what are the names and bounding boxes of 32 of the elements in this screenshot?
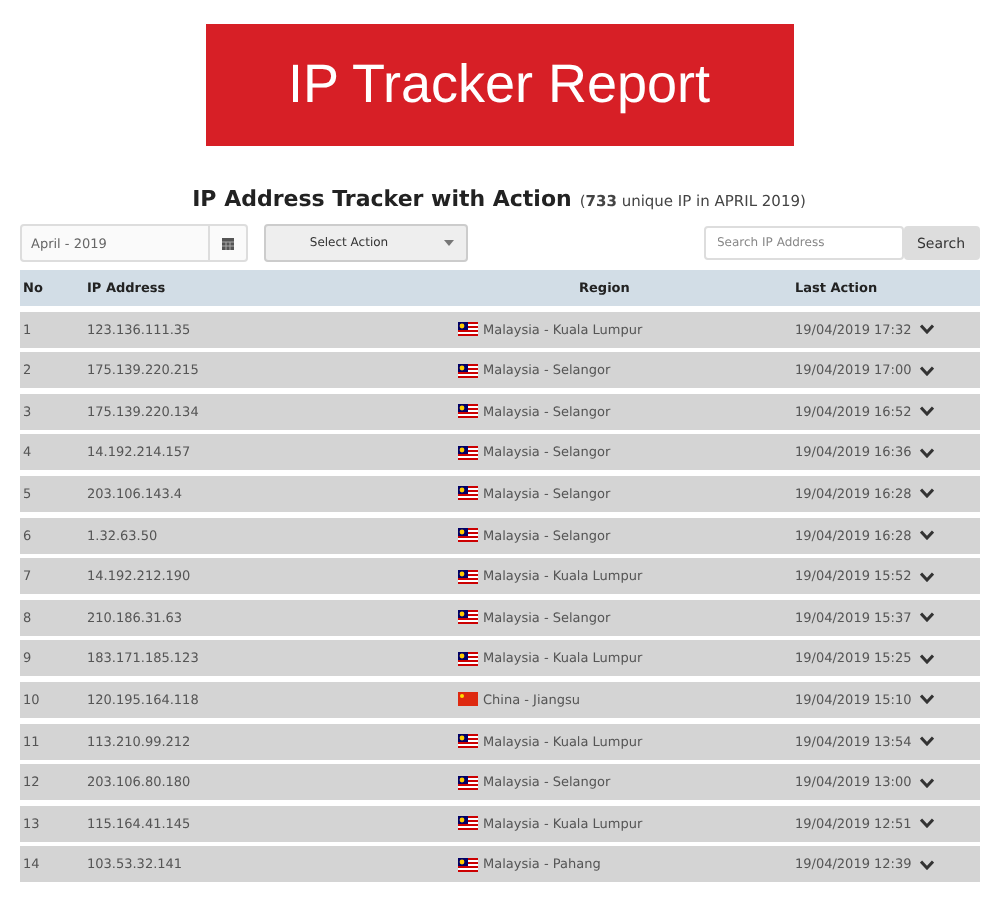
chevron-down-icon[interactable] <box>919 736 934 747</box>
flag-icon <box>457 857 477 872</box>
chevron-down-icon[interactable] <box>919 653 934 664</box>
flag-icon <box>457 445 477 460</box>
chevron-down-icon[interactable] <box>919 530 934 541</box>
chevron-down-icon[interactable] <box>919 365 934 376</box>
flag-icon <box>457 363 477 378</box>
chevron-down-icon[interactable] <box>919 859 934 870</box>
flag-icon <box>457 528 477 543</box>
chevron-down-icon[interactable] <box>919 571 934 582</box>
tracker-title: IP Address Tracker with Action <box>192 186 572 212</box>
chevron-down-icon[interactable] <box>919 447 934 458</box>
flag-icon <box>457 404 477 419</box>
flag-icon <box>457 486 477 501</box>
chevron-down-icon[interactable] <box>919 777 934 788</box>
chevron-down-icon[interactable] <box>919 406 934 417</box>
report-banner: IP Tracker Report <box>205 24 793 146</box>
flag-icon <box>457 610 477 625</box>
flag-icon <box>457 775 477 790</box>
chevron-down-icon[interactable] <box>919 694 934 705</box>
calendar-icon[interactable] <box>221 237 233 249</box>
flag-icon <box>457 322 477 337</box>
chevron-down-icon[interactable] <box>919 488 934 499</box>
flag-icon <box>457 569 477 584</box>
flag-icon <box>457 692 477 707</box>
chevron-down-icon[interactable] <box>919 324 934 335</box>
chevron-down-icon[interactable] <box>919 612 934 623</box>
flag-icon <box>457 734 477 749</box>
caret-icon <box>444 240 454 246</box>
flag-icon <box>457 651 477 666</box>
flag-icon <box>457 816 477 831</box>
chevron-down-icon[interactable] <box>919 818 934 829</box>
